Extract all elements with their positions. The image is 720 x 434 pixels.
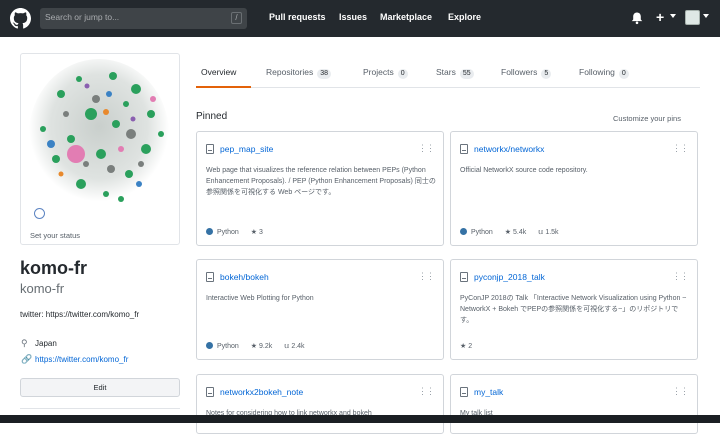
repo-link[interactable]: pyconjp_2018_talk	[474, 272, 545, 282]
star-icon: ★	[504, 229, 512, 236]
tab-following[interactable]: Following 0	[579, 67, 629, 79]
profile-website-link[interactable]: https://twitter.com/komo_fr	[35, 355, 128, 364]
edit-profile-button[interactable]: Edit	[20, 378, 180, 397]
repo-icon	[460, 272, 468, 282]
tab-label: Overview	[201, 67, 237, 77]
repo-icon	[460, 387, 468, 397]
profile-tabs: Overview Repositories 38 Projects 0 Stars 5…	[196, 60, 700, 88]
repo-language: Python	[471, 229, 493, 236]
notifications-bell-icon[interactable]	[630, 11, 644, 25]
repo-description: PyConJP 2018の Talk 「Interactive Network …	[460, 295, 687, 324]
window-bottom-edge	[0, 415, 720, 423]
tab-label: Following	[579, 67, 615, 77]
star-icon: ★	[250, 229, 258, 236]
star-icon: ★	[460, 343, 467, 350]
fork-icon: 𝕦	[538, 229, 544, 236]
repo-meta: Python ★ 5.4k 𝕦 1.5k	[460, 228, 559, 236]
repo-link[interactable]: bokeh/bokeh	[220, 272, 269, 282]
pinned-repo-card: bokeh/bokeh ⋮⋮ Interactive Web Plotting …	[196, 259, 444, 360]
header-bar: Search or jump to... / Pull requests Iss…	[0, 0, 720, 37]
profile-name: komo-fr	[20, 258, 87, 278]
search-placeholder: Search or jump to...	[45, 12, 120, 22]
nav-issues[interactable]: Issues	[339, 12, 367, 22]
pinned-heading: Pinned	[196, 111, 228, 122]
location-pin-icon: ⚲	[21, 338, 28, 348]
nav-pull-requests[interactable]: Pull requests	[269, 12, 326, 22]
tab-label: Repositories	[266, 67, 314, 77]
repo-link[interactable]: my_talk	[474, 387, 503, 397]
pinned-repo-card: pep_map_site ⋮⋮ Web page that visualizes…	[196, 131, 444, 246]
smiley-icon[interactable]	[34, 208, 45, 219]
chevron-down-icon[interactable]	[703, 14, 709, 18]
drag-handle-icon[interactable]: ⋮⋮	[672, 271, 689, 282]
nav-marketplace[interactable]: Marketplace	[380, 12, 432, 22]
profile-bio: twitter: https://twitter.com/komo_fr	[20, 310, 140, 319]
nav-explore[interactable]: Explore	[448, 12, 481, 22]
repo-link[interactable]: networkx2bokeh_note	[220, 387, 303, 397]
slash-key-hint: /	[231, 12, 242, 24]
repo-link[interactable]: networkx/networkx	[474, 144, 544, 154]
repo-stars[interactable]: 9.2k	[259, 343, 272, 350]
repo-language: Python	[217, 343, 239, 350]
repo-stars[interactable]: 5.4k	[513, 229, 526, 236]
language-color-dot	[206, 342, 213, 349]
star-icon: ★	[250, 343, 258, 350]
drag-handle-icon[interactable]: ⋮⋮	[672, 386, 689, 397]
profile-login: komo-fr	[20, 281, 65, 296]
drag-handle-icon[interactable]: ⋮⋮	[418, 143, 435, 154]
repo-icon	[206, 144, 214, 154]
drag-handle-icon[interactable]: ⋮⋮	[418, 271, 435, 282]
drag-handle-icon[interactable]: ⋮⋮	[418, 386, 435, 397]
repo-meta: Python ★ 3	[206, 228, 263, 236]
repo-forks[interactable]: 1.5k	[545, 229, 558, 236]
repo-stars[interactable]: 3	[259, 229, 263, 236]
tab-repositories[interactable]: Repositories 38	[266, 67, 332, 79]
language-color-dot	[460, 228, 467, 235]
tab-label: Stars	[436, 67, 456, 77]
tab-overview[interactable]: Overview	[201, 67, 236, 77]
create-new-plus-icon[interactable]: +	[656, 9, 664, 25]
divider	[20, 408, 180, 409]
fork-icon: 𝕦	[284, 343, 290, 350]
set-status-link[interactable]: Set your status	[30, 231, 80, 240]
tab-counter: 0	[397, 69, 408, 79]
link-icon: 🔗	[21, 354, 33, 364]
repo-meta: Python ★ 9.2k 𝕦 2.4k	[206, 342, 305, 350]
tab-counter: 5	[541, 69, 552, 79]
repo-description: Interactive Web Plotting for Python	[206, 295, 314, 302]
tab-counter: 55	[459, 69, 474, 79]
tab-counter: 38	[317, 69, 332, 79]
pinned-repo-card: pyconjp_2018_talk ⋮⋮ PyConJP 2018の Talk …	[450, 259, 698, 360]
tab-followers[interactable]: Followers 5	[501, 67, 552, 79]
repo-forks[interactable]: 2.4k	[291, 343, 304, 350]
repo-icon	[460, 144, 468, 154]
chevron-down-icon[interactable]	[670, 14, 676, 18]
tab-label: Followers	[501, 67, 538, 77]
repo-icon	[206, 272, 214, 282]
customize-pins-link[interactable]: Customize your pins	[613, 114, 681, 123]
repo-link[interactable]: pep_map_site	[220, 144, 273, 154]
repo-meta: ★ 2	[460, 342, 472, 350]
pinned-repo-card: my_talk ⋮⋮ My talk list	[450, 374, 698, 434]
repo-language: Python	[217, 229, 239, 236]
repo-description: Web page that visualizes the reference r…	[206, 167, 436, 196]
repo-description: Official NetworkX source code repository…	[460, 167, 588, 174]
user-avatar-menu[interactable]	[685, 10, 700, 25]
tab-label: Projects	[363, 67, 394, 77]
repo-icon	[206, 387, 214, 397]
drag-handle-icon[interactable]: ⋮⋮	[672, 143, 689, 154]
tab-projects[interactable]: Projects 0	[363, 67, 408, 79]
tab-counter: 0	[618, 69, 629, 79]
active-tab-indicator	[196, 86, 251, 88]
tab-stars[interactable]: Stars 55	[436, 67, 474, 79]
profile-location: Japan	[35, 339, 57, 348]
repo-stars[interactable]: 2	[468, 343, 472, 350]
pinned-repo-card: networkx2bokeh_note ⋮⋮ Notes for conside…	[196, 374, 444, 434]
language-color-dot	[206, 228, 213, 235]
network-graph-avatar-image	[29, 59, 169, 209]
pinned-repo-card: networkx/networkx ⋮⋮ Official NetworkX s…	[450, 131, 698, 246]
search-input[interactable]: Search or jump to... /	[40, 8, 247, 29]
github-logo-icon[interactable]	[10, 8, 31, 29]
